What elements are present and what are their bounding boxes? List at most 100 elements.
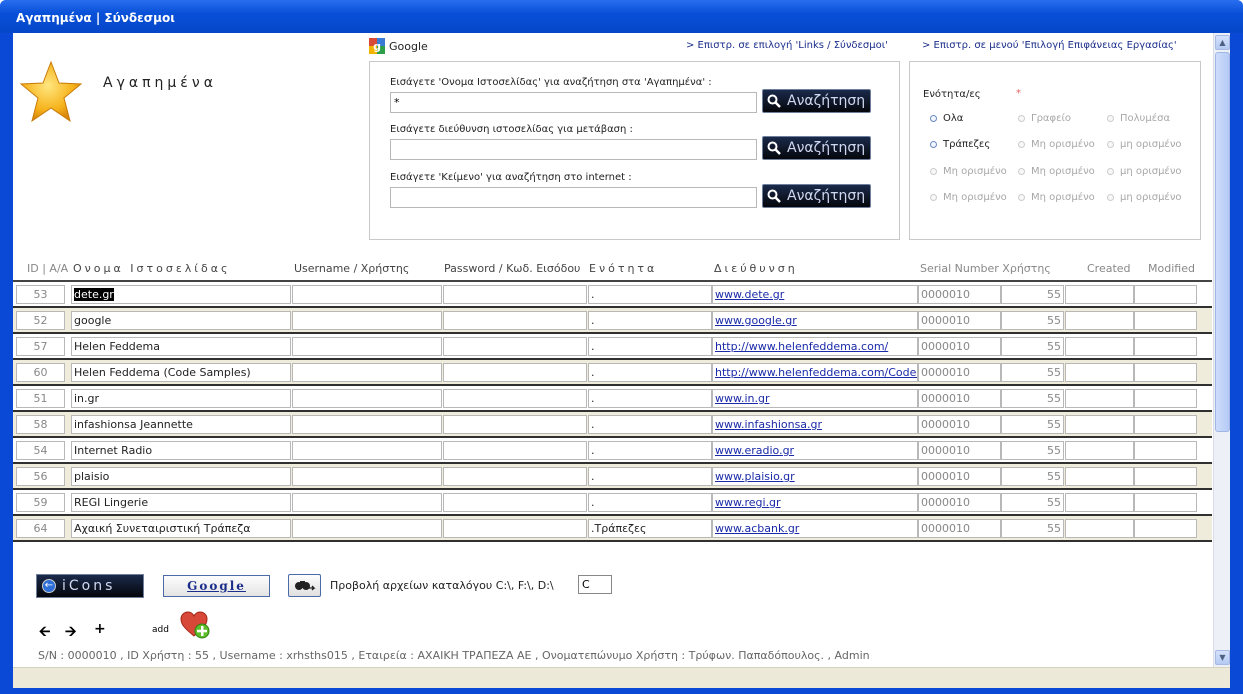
scroll-down-icon[interactable]: ▼ (1215, 650, 1230, 665)
cell-section[interactable]: . (588, 493, 712, 512)
cell-username[interactable] (292, 363, 442, 382)
cell-section[interactable]: . (588, 311, 712, 330)
cell-serial: 0000010 (918, 285, 1001, 304)
cell-section[interactable]: . (588, 415, 712, 434)
radio-section-undefined[interactable]: μη ορισμένο (1107, 139, 1182, 150)
cell-username[interactable] (292, 311, 442, 330)
cell-section[interactable]: .Τράπεζες (588, 519, 712, 538)
table-row[interactable]: 57 Helen Feddema . http://www.helenfedde… (13, 334, 1212, 360)
table-row[interactable]: 58 infashionsa Jeannette . www.infashion… (13, 412, 1212, 438)
url-go-button[interactable]: Αναζήτηση (762, 136, 871, 160)
cell-name[interactable]: in.gr (71, 389, 291, 408)
cell-url-link[interactable]: www.regi.gr (712, 493, 918, 512)
cell-url-link[interactable]: www.eradio.gr (712, 441, 918, 460)
google-link-label: Google (389, 39, 428, 53)
cell-password[interactable] (443, 363, 587, 382)
cell-section[interactable]: . (588, 389, 712, 408)
cell-name[interactable]: dete.gr (71, 285, 291, 304)
cell-password[interactable] (443, 467, 587, 486)
radio-section-undefined[interactable]: μη ορισμένο (1107, 166, 1182, 177)
radio-section-undefined[interactable]: Μη ορισμένο (1018, 192, 1095, 203)
cell-password[interactable] (443, 337, 587, 356)
cell-password[interactable] (443, 285, 587, 304)
internet-search-input[interactable] (390, 187, 757, 208)
directory-input[interactable] (578, 575, 612, 594)
cell-name[interactable]: Internet Radio (71, 441, 291, 460)
radio-section-undefined[interactable]: μη ορισμένο (1107, 192, 1182, 203)
cell-section[interactable]: . (588, 441, 712, 460)
icons-button[interactable]: ← iCons (36, 574, 144, 598)
cell-name[interactable]: google (71, 311, 291, 330)
directory-view-button[interactable] (288, 574, 321, 597)
cell-username[interactable] (292, 337, 442, 356)
cell-password[interactable] (443, 441, 587, 460)
favorites-search-input[interactable] (390, 92, 757, 113)
cell-url-link[interactable]: www.in.gr (712, 389, 918, 408)
cell-url-link[interactable]: www.google.gr (712, 311, 918, 330)
cell-url-link[interactable]: http://www.helenfeddema.com/ (712, 337, 918, 356)
cell-username[interactable] (292, 415, 442, 434)
client-area: Αγαπημένα g Google > Επιστρ. σε επιλογή … (13, 33, 1230, 688)
cell-name[interactable]: infashionsa Jeannette (71, 415, 291, 434)
table-row[interactable]: 56 plaisio . www.plaisio.gr 0000010 55 (13, 464, 1212, 490)
cell-name[interactable]: Helen Feddema (71, 337, 291, 356)
cell-password[interactable] (443, 493, 587, 512)
google-link[interactable]: g Google (369, 38, 428, 54)
cell-url-link[interactable]: www.acbank.gr (712, 519, 918, 538)
back-to-links-link[interactable]: > Επιστρ. σε επιλογή 'Links / Σύνδεσμοι' (686, 40, 888, 51)
cell-name[interactable]: Helen Feddema (Code Samples) (71, 363, 291, 382)
vertical-scrollbar[interactable]: ▲ ▼ (1213, 33, 1230, 667)
cell-password[interactable] (443, 311, 587, 330)
cell-section[interactable]: . (588, 363, 712, 382)
cell-url-link[interactable]: www.plaisio.gr (712, 467, 918, 486)
table-row[interactable]: 52 google . www.google.gr 0000010 55 (13, 308, 1212, 334)
scroll-thumb[interactable] (1215, 52, 1230, 432)
plus-icon[interactable]: + (94, 621, 106, 637)
radio-section-undefined[interactable]: Μη ορισμένο (1018, 166, 1095, 177)
cell-name[interactable]: Αχαική Συνεταιριστική Τράπεζα (71, 519, 291, 538)
cell-password[interactable] (443, 389, 587, 408)
radio-section-undefined[interactable]: Μη ορισμένο (930, 166, 1007, 177)
cell-url-link[interactable]: www.dete.gr (712, 285, 918, 304)
radio-section-undefined[interactable]: Μη ορισμένο (1018, 139, 1095, 150)
forward-arrow-icon[interactable]: 🡪 (65, 621, 76, 645)
radio-section-office[interactable]: Γραφείο (1018, 113, 1071, 124)
cell-username[interactable] (292, 467, 442, 486)
radio-icon (1018, 168, 1025, 175)
table-row[interactable]: 60 Helen Feddema (Code Samples) . http:/… (13, 360, 1212, 386)
cell-username[interactable] (292, 493, 442, 512)
cell-section[interactable]: . (588, 337, 712, 356)
table-row[interactable]: 59 REGI Lingerie . www.regi.gr 0000010 5… (13, 490, 1212, 516)
cell-username[interactable] (292, 519, 442, 538)
cell-password[interactable] (443, 519, 587, 538)
table-row[interactable]: 54 Internet Radio . www.eradio.gr 000001… (13, 438, 1212, 464)
cell-username[interactable] (292, 285, 442, 304)
cell-section[interactable]: . (588, 285, 712, 304)
cell-section[interactable]: . (588, 467, 712, 486)
cell-url-link[interactable]: www.infashionsa.gr (712, 415, 918, 434)
radio-section-multimedia[interactable]: Πολυμέσα (1107, 113, 1170, 124)
radio-section-all[interactable]: Ολα (930, 113, 963, 124)
cell-url-link[interactable]: http://www.helenfeddema.com/CodeSamples (712, 363, 918, 382)
cell-id: 53 (16, 285, 65, 304)
favorites-search-button[interactable]: Αναζήτηση (762, 89, 871, 113)
back-to-menu-link[interactable]: > Επιστρ. σε μενού 'Επιλογή Επιφάνειας Ε… (922, 40, 1177, 51)
back-arrow-icon[interactable]: 🡨 (39, 621, 50, 645)
cell-username[interactable] (292, 441, 442, 460)
cell-username[interactable] (292, 389, 442, 408)
internet-search-button[interactable]: Αναζήτηση (762, 184, 871, 208)
cell-name[interactable]: REGI Lingerie (71, 493, 291, 512)
radio-section-banks[interactable]: Τράπεζες (930, 139, 990, 150)
table-row[interactable]: 53 dete.gr . www.dete.gr 0000010 55 (13, 282, 1212, 308)
table-row[interactable]: 64 Αχαική Συνεταιριστική Τράπεζα .Τράπεζ… (13, 516, 1212, 542)
radio-section-undefined[interactable]: Μη ορισμένο (930, 192, 1007, 203)
cell-password[interactable] (443, 415, 587, 434)
cell-created (1065, 467, 1134, 486)
google-button[interactable]: Google (163, 575, 270, 597)
radio-label: Τράπεζες (943, 139, 991, 150)
table-row[interactable]: 51 in.gr . www.in.gr 0000010 55 (13, 386, 1212, 412)
scroll-up-icon[interactable]: ▲ (1215, 35, 1230, 50)
add-favorite-heart-icon[interactable] (180, 611, 210, 639)
cell-name[interactable]: plaisio (71, 467, 291, 486)
url-input[interactable] (390, 139, 757, 160)
